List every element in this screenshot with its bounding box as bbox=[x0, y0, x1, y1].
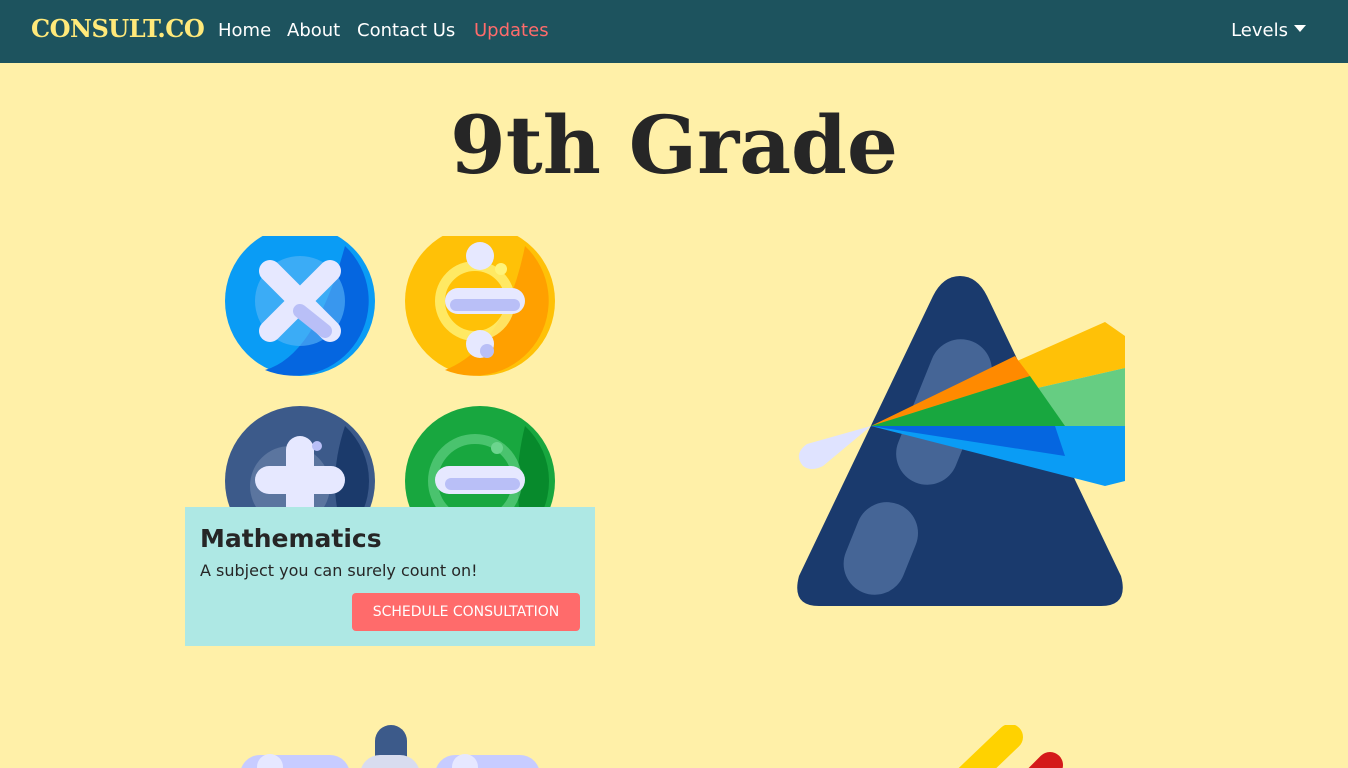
levels-label: Levels bbox=[1231, 20, 1288, 41]
nav-link-about[interactable]: About bbox=[287, 20, 340, 41]
plus-icon bbox=[225, 406, 375, 507]
pencil-icon bbox=[955, 725, 1065, 768]
levels-dropdown[interactable]: Levels bbox=[1231, 20, 1306, 41]
navbar: CONSULT.CO Home About Contact Us Updates… bbox=[0, 0, 1348, 63]
caret-down-icon bbox=[1294, 25, 1306, 32]
divide-icon bbox=[405, 236, 555, 376]
page-title: 9th Grade bbox=[450, 98, 898, 192]
equals-icon bbox=[405, 406, 555, 507]
schedule-consultation-button[interactable]: SCHEDULE CONSULTATION bbox=[352, 593, 580, 631]
card-title: Mathematics bbox=[200, 524, 382, 553]
math-symbols-icon bbox=[235, 725, 545, 768]
brand-logo[interactable]: CONSULT.CO bbox=[31, 14, 205, 43]
multiply-icon bbox=[225, 236, 375, 376]
subject-card: Mathematics A subject you can surely cou… bbox=[185, 507, 595, 646]
nav-link-home[interactable]: Home bbox=[218, 20, 271, 41]
nav-link-updates[interactable]: Updates bbox=[474, 20, 549, 41]
prism-icon bbox=[795, 276, 1125, 606]
card-text: A subject you can surely count on! bbox=[200, 561, 478, 580]
nav-link-contact[interactable]: Contact Us bbox=[357, 20, 455, 41]
